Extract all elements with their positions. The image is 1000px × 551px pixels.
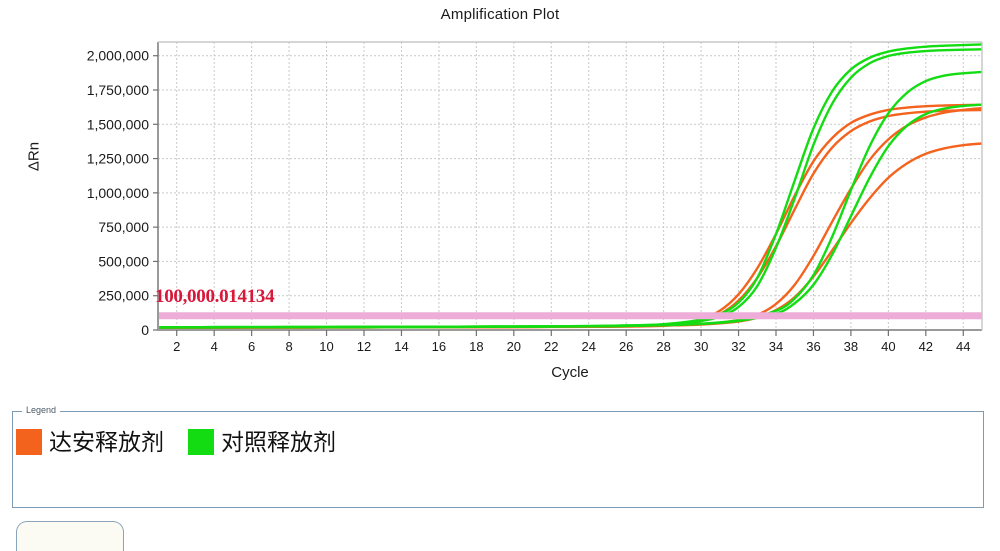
y-axis-title: ΔRn [25, 141, 43, 172]
x-tick-label: 32 [731, 339, 745, 354]
x-tick-label: 24 [581, 339, 595, 354]
x-tick-label: 38 [844, 339, 858, 354]
amplification-plot-window: Amplification Plot 0 250,000 500,000 750,00… [0, 0, 1000, 551]
legend-groupbox [12, 411, 984, 508]
x-tick-label: 44 [956, 339, 970, 354]
x-tick-label: 30 [694, 339, 708, 354]
x-tick-label: 10 [319, 339, 333, 354]
y-tick-label: 500,000 [98, 253, 149, 269]
x-tick-label: 14 [394, 339, 408, 354]
plot-background [158, 42, 982, 330]
y-tick-label: 250,000 [98, 288, 149, 304]
x-tick-label: 18 [469, 339, 483, 354]
legend-items: 达安释放剂 对照释放剂 [16, 429, 352, 455]
y-tick-label: 750,000 [98, 219, 149, 235]
x-tick-label: 28 [656, 339, 670, 354]
x-tick-label: 12 [357, 339, 371, 354]
legend-color-swatch [188, 429, 214, 455]
x-tick-label: 4 [211, 339, 218, 354]
x-tick-label: 2 [173, 339, 180, 354]
x-tick-label: 8 [285, 339, 292, 354]
y-tick-label: 1,000,000 [87, 185, 149, 201]
x-tick-label: 16 [432, 339, 446, 354]
y-axis-tick-labels: 0 250,000 500,000 750,000 1,000,000 1,250,000… [87, 48, 150, 338]
legend-item-label: 对照释放剂 [221, 429, 336, 455]
y-tick-label: 0 [141, 322, 149, 338]
bottom-tab-button[interactable] [16, 521, 124, 551]
y-tick-label: 1,250,000 [87, 151, 149, 167]
x-tick-label: 34 [769, 339, 783, 354]
x-tick-label: 40 [881, 339, 895, 354]
x-tick-label: 22 [544, 339, 558, 354]
y-tick-label: 1,750,000 [87, 82, 149, 98]
legend-item-label: 达安释放剂 [49, 429, 164, 455]
threshold-value-label[interactable]: 100,000.014134 [155, 286, 275, 308]
y-tick-label: 2,000,000 [87, 48, 149, 64]
x-tick-label: 42 [919, 339, 933, 354]
chart-panel: Amplification Plot 0 250,000 500,000 750,00… [0, 0, 1000, 396]
legend-caption: Legend [22, 404, 61, 416]
y-tick-label: 1,500,000 [87, 116, 149, 132]
legend-item[interactable]: 对照释放剂 [188, 429, 336, 455]
x-tick-label: 36 [806, 339, 820, 354]
x-tick-label: 26 [619, 339, 633, 354]
x-tick-label: 20 [507, 339, 521, 354]
x-axis-tick-labels: 2 4 6 8 10 12 14 16 18 20 22 24 26 28 30 32 34 36 38 40 42 44 [173, 339, 970, 354]
x-tick-label: 6 [248, 339, 255, 354]
legend-color-swatch [16, 429, 42, 455]
x-axis-title: Cycle [551, 364, 589, 381]
amplification-plot-svg[interactable]: 0 250,000 500,000 750,000 1,000,000 1,250,000… [0, 0, 1000, 396]
legend-item[interactable]: 达安释放剂 [16, 429, 164, 455]
